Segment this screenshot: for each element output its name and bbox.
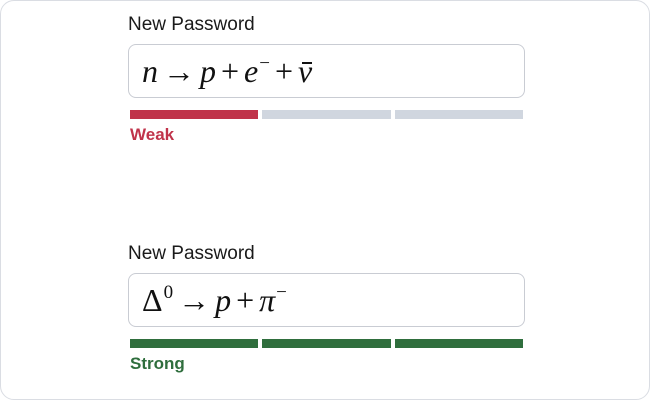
strength-segment-3: [394, 110, 523, 119]
password-input[interactable]: n → p + e− + ν: [128, 44, 525, 98]
strength-meter: [130, 110, 523, 119]
field-label: New Password: [128, 14, 255, 35]
password-field-group-2: New Password Δ0 → p + π− Strong: [128, 243, 528, 374]
field-label: New Password: [128, 243, 255, 264]
password-input[interactable]: Δ0 → p + π−: [128, 273, 525, 327]
strength-meter: [130, 339, 523, 348]
strength-segment-2: [262, 339, 391, 348]
password-value: n → p + e− + ν: [142, 49, 313, 99]
strength-label: Weak: [130, 125, 175, 144]
strength-segment-2: [262, 110, 391, 119]
strength-segment-1: [130, 110, 259, 119]
strength-segment-3: [394, 339, 523, 348]
password-value: Δ0 → p + π−: [142, 282, 287, 318]
password-field-group-1: New Password n → p + e− + ν Weak: [128, 14, 528, 145]
strength-label: Strong: [130, 354, 185, 373]
strength-segment-1: [130, 339, 259, 348]
form-card: New Password n → p + e− + ν Weak New Password …: [0, 0, 650, 400]
